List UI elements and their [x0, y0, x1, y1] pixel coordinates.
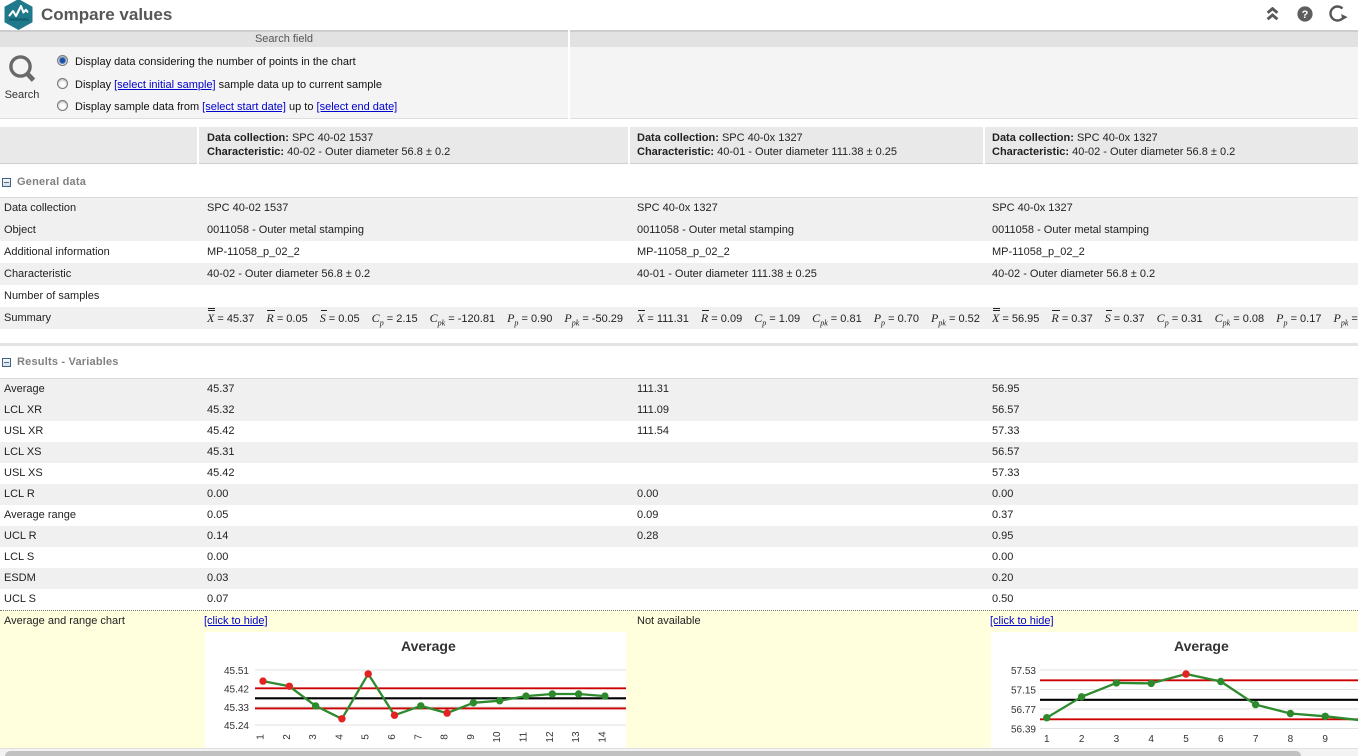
svg-text:45.42: 45.42	[224, 685, 249, 696]
svg-text:4: 4	[1148, 734, 1154, 745]
svg-text:Average: Average	[1174, 638, 1229, 654]
svg-text:Average: Average	[401, 638, 456, 654]
svg-text:6: 6	[387, 734, 398, 740]
svg-text:9: 9	[466, 734, 477, 740]
svg-text:5: 5	[361, 734, 372, 740]
svg-text:4: 4	[334, 734, 345, 740]
svg-text:8: 8	[440, 734, 451, 740]
svg-text:5: 5	[1183, 734, 1189, 745]
svg-text:6: 6	[1218, 734, 1224, 745]
svg-text:45.24: 45.24	[224, 721, 249, 732]
svg-text:13: 13	[571, 731, 582, 743]
svg-text:56.77: 56.77	[1011, 705, 1036, 716]
svg-text:8: 8	[1288, 734, 1294, 745]
svg-text:7: 7	[1253, 734, 1259, 745]
svg-text:1: 1	[256, 734, 267, 740]
svg-text:14: 14	[597, 731, 608, 743]
svg-text:3: 3	[308, 734, 319, 740]
svg-text:1: 1	[1044, 734, 1050, 745]
svg-text:2: 2	[282, 734, 293, 740]
svg-text:2: 2	[1079, 734, 1085, 745]
svg-text:3: 3	[1114, 734, 1120, 745]
svg-text:12: 12	[545, 731, 556, 743]
svg-text:56.39: 56.39	[1011, 725, 1036, 736]
svg-text:57.53: 57.53	[1011, 666, 1036, 677]
svg-text:11: 11	[519, 731, 530, 742]
svg-text:45.51: 45.51	[224, 666, 249, 677]
svg-text:?: ?	[1302, 9, 1309, 21]
svg-text:45.33: 45.33	[224, 703, 249, 714]
svg-text:9: 9	[1322, 734, 1328, 745]
svg-text:7: 7	[413, 734, 424, 740]
svg-text:10: 10	[492, 731, 503, 743]
svg-text:57.15: 57.15	[1011, 686, 1036, 697]
